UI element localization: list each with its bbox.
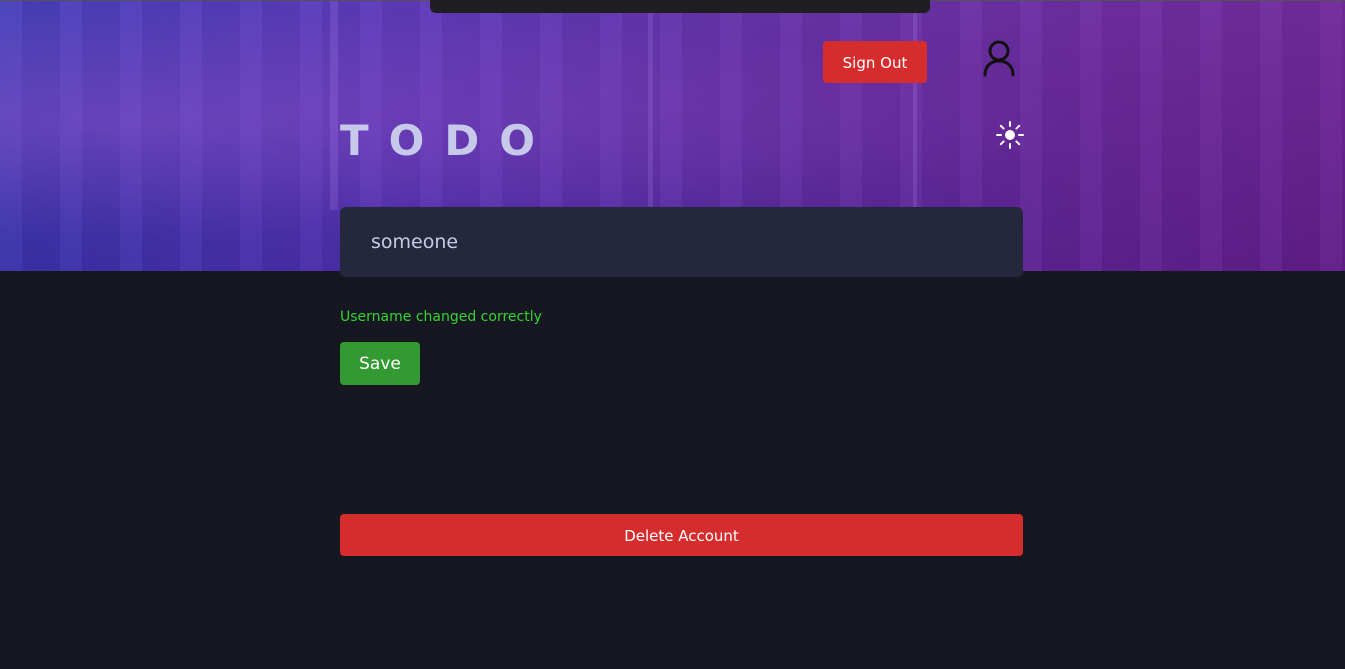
sun-icon-graphic [996,121,1024,149]
background-light-strip [913,0,917,210]
username-input[interactable] [340,207,1023,277]
status-message: Username changed correctly [340,309,542,325]
background-light-strip [648,0,653,210]
save-button[interactable]: Save [340,342,420,385]
sign-out-button[interactable]: Sign Out [823,41,927,83]
sun-icon[interactable] [996,121,1024,149]
user-icon[interactable] [980,38,1018,78]
user-icon-graphic [983,40,1015,77]
delete-account-button[interactable]: Delete Account [340,514,1023,556]
page-title: TODO [340,116,555,165]
top-window-bar [430,0,930,13]
background-light-strip [330,0,338,210]
